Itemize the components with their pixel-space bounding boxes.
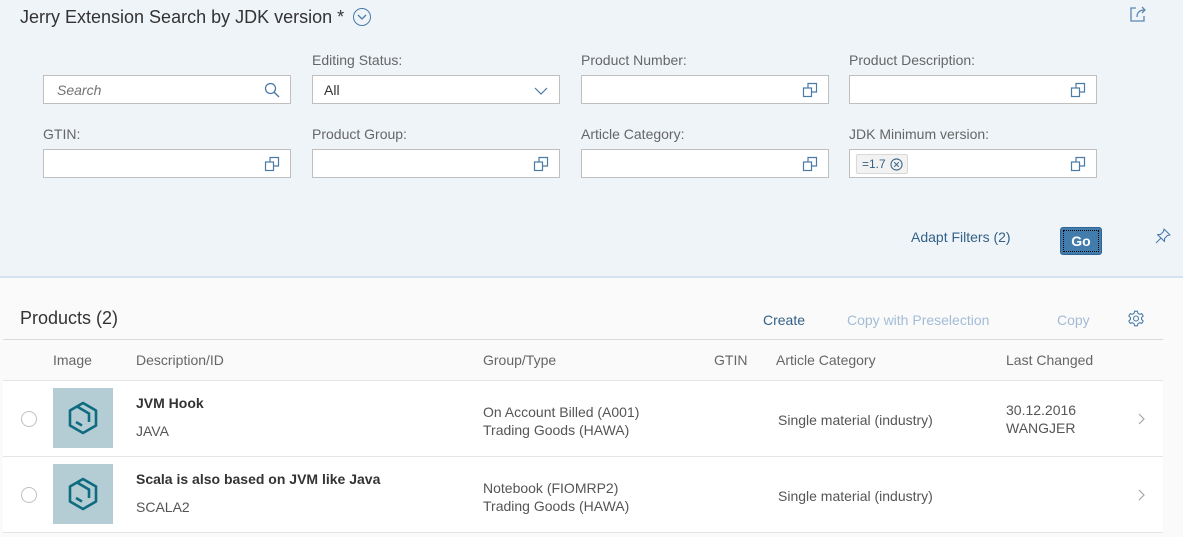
go-button[interactable]: Go — [1060, 227, 1102, 255]
table-header: Image Description/ID Group/Type GTIN Art… — [3, 340, 1163, 381]
row-select-radio[interactable] — [21, 487, 37, 503]
products-title: Products (2) — [20, 308, 119, 328]
product-number-input[interactable] — [581, 75, 829, 104]
last-changed-date: 30.12.2016 — [1006, 402, 1077, 418]
editing-status-label: Editing Status: — [312, 52, 403, 68]
product-image — [53, 388, 113, 448]
editing-status-select[interactable]: All — [312, 75, 560, 104]
filter-token: =1.7 — [856, 154, 908, 174]
group-type-cell: On Account Billed (A001) Trading Goods (… — [483, 403, 639, 439]
article-category-cell: Single material (industry) — [778, 412, 933, 428]
value-help-icon[interactable] — [1070, 156, 1086, 172]
search-input[interactable]: Search — [43, 75, 291, 104]
last-changed-by: WANGJER — [1006, 420, 1076, 436]
filter-bar: Jerry Extension Search by JDK version * … — [0, 0, 1183, 278]
value-help-icon[interactable] — [533, 156, 549, 172]
pin-icon[interactable] — [1154, 227, 1172, 245]
product-number-label: Product Number: — [581, 52, 687, 68]
value-help-icon[interactable] — [802, 156, 818, 172]
copy-with-preselection-button[interactable]: Copy with Preselection — [847, 312, 989, 328]
gtin-label: GTIN: — [43, 126, 81, 142]
column-header-last-changed[interactable]: Last Changed — [1006, 352, 1093, 368]
last-changed-cell: 30.12.2016 WANGJER — [1006, 401, 1076, 437]
chevron-right-icon[interactable] — [1136, 487, 1146, 503]
gear-icon[interactable] — [1127, 310, 1145, 328]
chevron-right-icon[interactable] — [1136, 411, 1146, 427]
page-title-text: Jerry Extension Search by JDK version * — [20, 6, 345, 27]
column-header-image[interactable]: Image — [53, 352, 92, 368]
value-help-icon[interactable] — [802, 82, 818, 98]
product-image — [53, 464, 113, 524]
group-type-cell: Notebook (FIOMRP2) Trading Goods (HAWA) — [483, 479, 629, 515]
create-button[interactable]: Create — [763, 312, 805, 328]
product-description-input[interactable] — [849, 75, 1097, 104]
column-header-description[interactable]: Description/ID — [136, 352, 224, 368]
chevron-down-icon[interactable] — [533, 83, 549, 99]
product-box-icon — [68, 477, 98, 511]
product-group: Notebook (FIOMRP2) — [483, 480, 619, 496]
product-box-icon — [68, 401, 98, 435]
adapt-filters-button[interactable]: Adapt Filters (2) — [911, 229, 1011, 245]
page-title: Jerry Extension Search by JDK version * — [20, 2, 372, 32]
row-select-radio[interactable] — [21, 411, 37, 427]
filter-token-text: =1.7 — [862, 157, 886, 171]
product-group: On Account Billed (A001) — [483, 404, 640, 420]
product-group-label: Product Group: — [312, 126, 407, 142]
article-category-input[interactable] — [581, 149, 829, 178]
jdk-min-version-input[interactable]: =1.7 — [849, 149, 1097, 178]
column-header-article-category[interactable]: Article Category — [776, 352, 876, 368]
table-row[interactable]: JVM Hook JAVA On Account Billed (A001) T… — [3, 381, 1163, 457]
copy-button[interactable]: Copy — [1057, 312, 1090, 328]
product-type: Trading Goods (HAWA) — [483, 422, 630, 438]
products-table: Image Description/ID Group/Type GTIN Art… — [3, 339, 1163, 533]
value-help-icon[interactable] — [1070, 82, 1086, 98]
column-header-gtin[interactable]: GTIN — [714, 352, 747, 368]
share-icon[interactable] — [1128, 4, 1148, 24]
product-id: JAVA — [136, 423, 169, 439]
product-description-label: Product Description: — [849, 52, 976, 68]
product-group-input[interactable] — [312, 149, 560, 178]
article-category-cell: Single material (industry) — [778, 488, 933, 504]
product-title: JVM Hook — [136, 395, 204, 411]
column-header-group-type[interactable]: Group/Type — [483, 352, 556, 368]
jdk-min-version-label: JDK Minimum version: — [849, 126, 990, 142]
gtin-input[interactable] — [43, 149, 291, 178]
remove-token-icon[interactable] — [890, 157, 903, 171]
product-id: SCALA2 — [136, 499, 190, 515]
chevron-down-circle-icon[interactable] — [353, 8, 372, 26]
editing-status-value: All — [324, 82, 340, 98]
article-category-label: Article Category: — [581, 126, 685, 142]
product-type: Trading Goods (HAWA) — [483, 498, 630, 514]
search-icon[interactable] — [264, 82, 280, 98]
search-placeholder: Search — [57, 82, 102, 98]
product-title: Scala is also based on JVM like Java — [136, 471, 381, 487]
value-help-icon[interactable] — [264, 156, 280, 172]
table-row[interactable]: Scala is also based on JVM like Java SCA… — [3, 457, 1163, 533]
